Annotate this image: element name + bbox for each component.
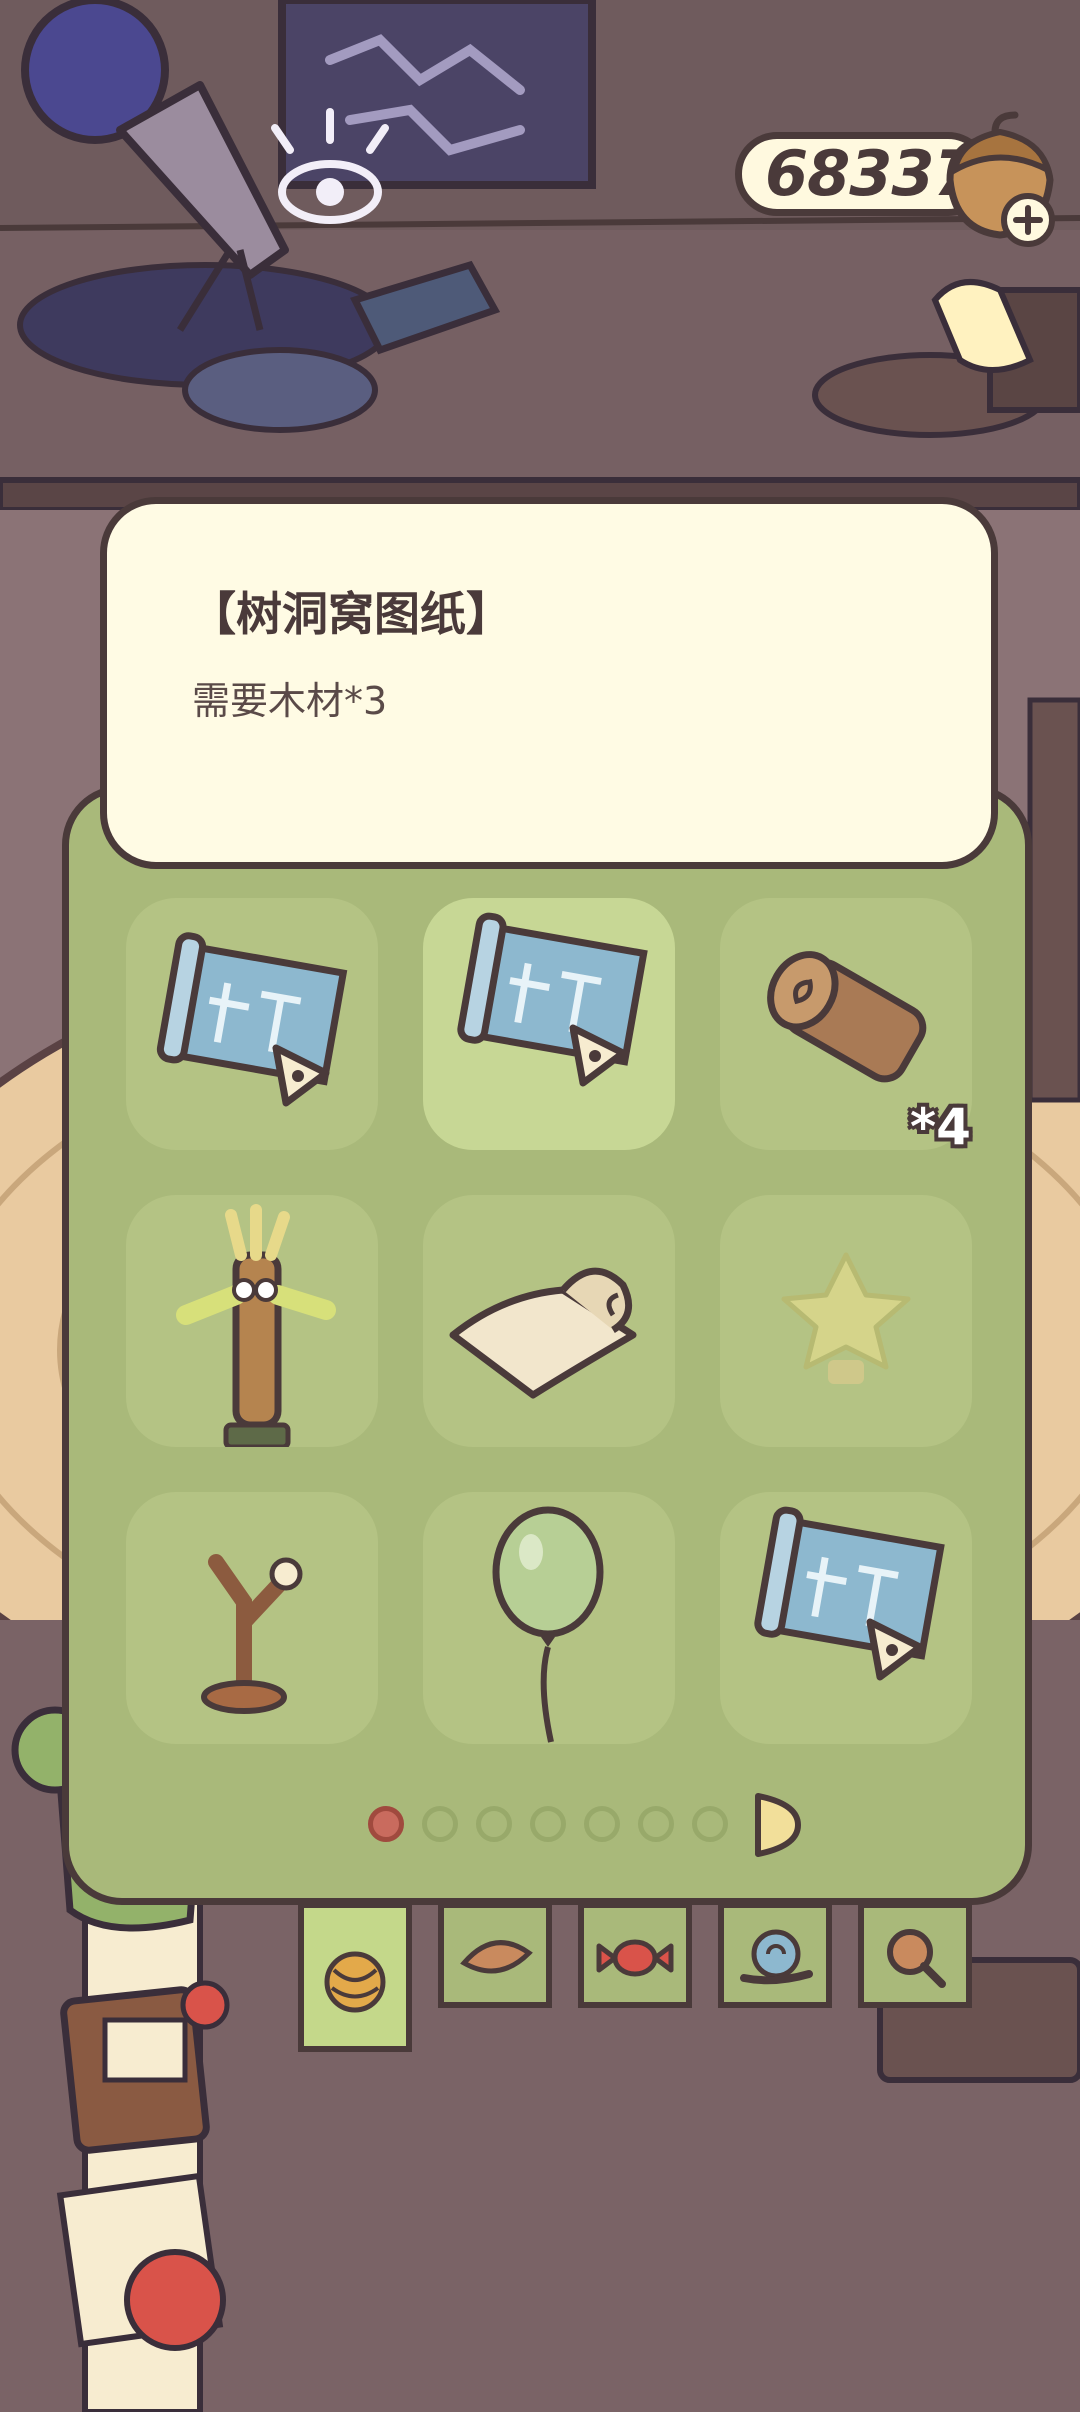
- inventory-slot-4[interactable]: [126, 1195, 378, 1447]
- blueprint-icon: [156, 932, 348, 1107]
- blueprint-icon: [457, 912, 648, 1087]
- blueprint-icon: [754, 1506, 945, 1681]
- next-page-arrow-icon[interactable]: [752, 1792, 802, 1858]
- item-quantity: *4: [910, 1098, 971, 1156]
- inventory-slot-1[interactable]: [126, 898, 378, 1150]
- inventory-slot-7[interactable]: [126, 1492, 378, 1744]
- tube-dancer-icon: [176, 1204, 336, 1447]
- page-dot-4[interactable]: [530, 1806, 566, 1842]
- currency-amount: 68337: [765, 137, 977, 210]
- tab-candy[interactable]: [578, 1902, 692, 2008]
- page-dot-7[interactable]: [692, 1806, 728, 1842]
- tab-leaf[interactable]: [438, 1902, 552, 2008]
- plus-icon[interactable]: [1000, 192, 1056, 248]
- inventory-slot-9[interactable]: [720, 1492, 972, 1744]
- balloon-icon: [492, 1506, 604, 1743]
- page-dot-3[interactable]: [476, 1806, 512, 1842]
- leaf-icon: [460, 1940, 533, 1974]
- yarn-ball-icon: [324, 1951, 386, 2013]
- candy-icon: [596, 1939, 674, 1977]
- snail-icon: [740, 1929, 813, 1985]
- branch-lamp-icon: [201, 1554, 303, 1714]
- star-map-poster: [278, 0, 596, 189]
- page-dot-2[interactable]: [422, 1806, 458, 1842]
- tooltip-description: 需要木材*3: [192, 679, 388, 723]
- tab-search[interactable]: [858, 1902, 972, 2008]
- inventory-slot-3[interactable]: *4: [720, 898, 972, 1156]
- inventory-slot-5[interactable]: [423, 1195, 675, 1447]
- tooltip-title: 【树洞窝图纸】: [190, 587, 512, 641]
- inventory-slot-6[interactable]: [720, 1195, 972, 1447]
- star-lamp-icon: [781, 1252, 911, 1384]
- paper-scroll-icon: [449, 1267, 637, 1399]
- tab-snail[interactable]: [718, 1902, 832, 2008]
- page-dot-6[interactable]: [638, 1806, 674, 1842]
- inventory-slot-2[interactable]: [423, 898, 675, 1150]
- tab-yarn[interactable]: [298, 1902, 412, 2052]
- magnifier-icon: [887, 1929, 946, 1988]
- page-dot-5[interactable]: [584, 1806, 620, 1842]
- page-dot-1[interactable]: [368, 1806, 404, 1842]
- inventory-slot-8[interactable]: [423, 1492, 675, 1744]
